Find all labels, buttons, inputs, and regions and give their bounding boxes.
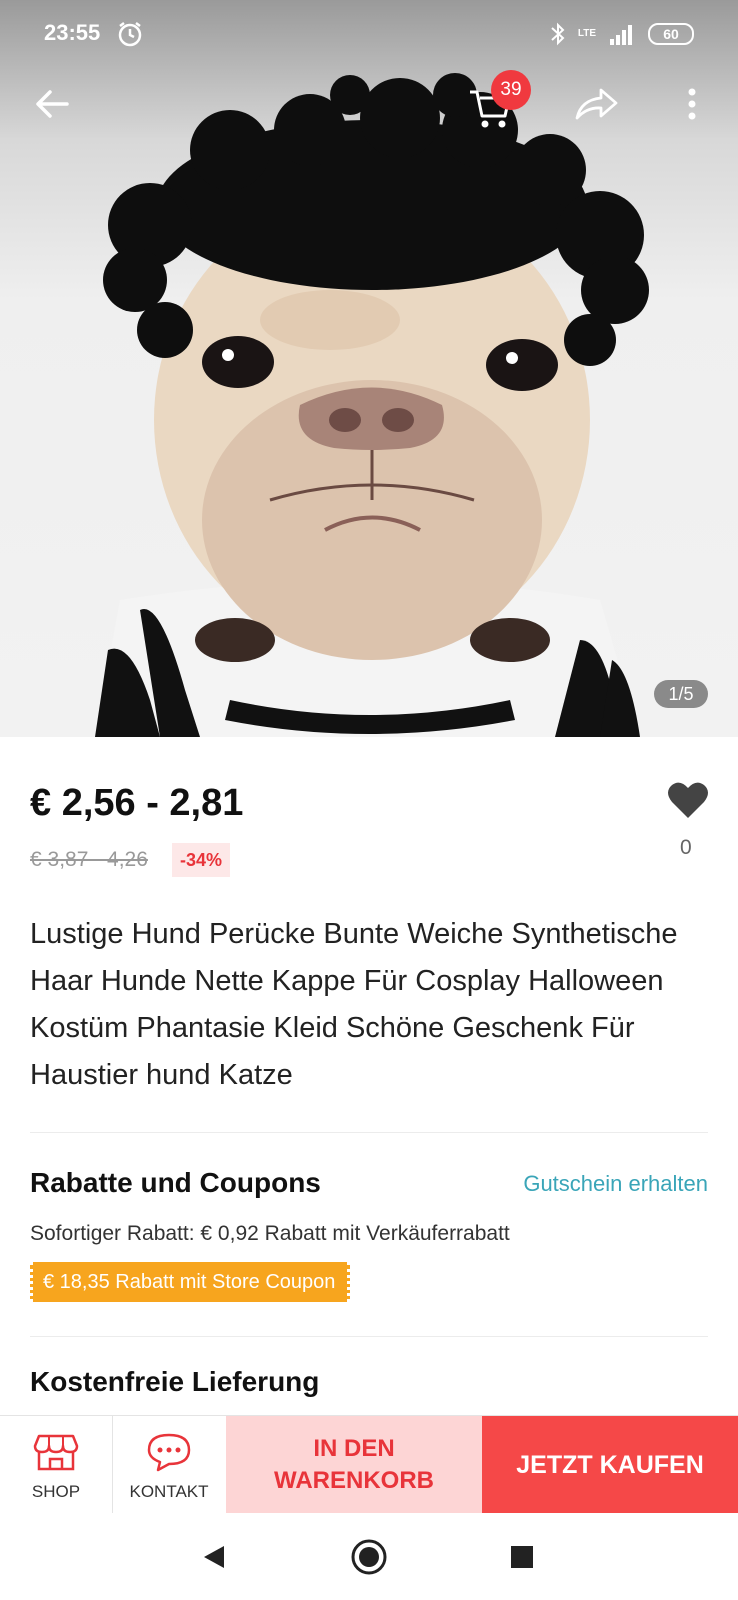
original-price: € 3,87 - 4,26 [30,848,148,871]
network-type: LTE [577,28,596,39]
share-icon [575,88,618,120]
signal-icon [610,25,632,45]
add-to-cart-button[interactable]: IN DEN WARENKORB [226,1416,482,1514]
store-icon [33,1434,79,1471]
buy-now-label: JETZT KAUFEN [516,1450,704,1479]
back-button[interactable] [24,76,80,132]
more-options-button[interactable] [664,76,720,132]
wishlist-count: 0 [680,836,692,859]
wishlist-button[interactable] [666,778,710,822]
product-image[interactable] [0,0,738,737]
share-button[interactable] [568,76,624,132]
bottom-action-bar: SHOP KONTAKT IN DEN WARENKORB JETZT KAUF… [0,1415,738,1514]
status-indicators: LTE 60 [550,22,694,46]
system-back-button[interactable] [190,1533,238,1581]
buy-now-button[interactable]: JETZT KAUFEN [482,1416,738,1514]
cart-count-badge: 39 [491,70,531,110]
shipping-heading: Kostenfreie Lieferung [30,1366,320,1397]
add-to-cart-label: IN DEN WARENKORB [274,1435,434,1494]
contact-label: KONTAKT [129,1482,209,1501]
back-arrow-icon [36,90,69,118]
alarm-icon [118,22,142,47]
chat-icon [147,1433,191,1472]
more-vertical-icon [688,88,696,120]
shop-label: SHOP [31,1482,81,1501]
image-counter: 1/5 [654,680,708,708]
battery-level: 60 [663,26,679,42]
divider [30,1336,708,1337]
system-home-button[interactable] [345,1533,393,1581]
product-title: Lustige Hund Perücke Bunte Weiche Synthe… [30,918,678,1091]
contact-button[interactable]: KONTAKT [113,1416,225,1514]
square-recents-icon [511,1546,533,1568]
shop-button[interactable]: SHOP [0,1416,112,1514]
divider [30,1132,708,1133]
system-recents-button[interactable] [498,1533,546,1581]
coupons-heading: Rabatte und Coupons [30,1167,321,1198]
status-time: 23:55 [44,20,101,45]
system-navigation-bar [0,1513,738,1600]
get-coupon-link[interactable]: Gutschein erhalten [523,1171,708,1197]
dog-photo [95,73,649,737]
battery-icon: 60 [648,23,694,45]
triangle-back-icon [204,1546,224,1568]
discount-badge: -34% [172,843,231,877]
price: € 2,56 - 2,81 [30,782,244,824]
bluetooth-icon [551,22,565,46]
instant-discount-text: Sofortiger Rabatt: € 0,92 Rabatt mit Ver… [30,1222,510,1245]
heart-icon [668,782,708,818]
store-coupon-tag[interactable]: € 18,35 Rabatt mit Store Coupon [30,1262,351,1302]
status-bar: 23:55 LTE 60 [0,0,738,68]
home-circle-icon [351,1539,387,1575]
